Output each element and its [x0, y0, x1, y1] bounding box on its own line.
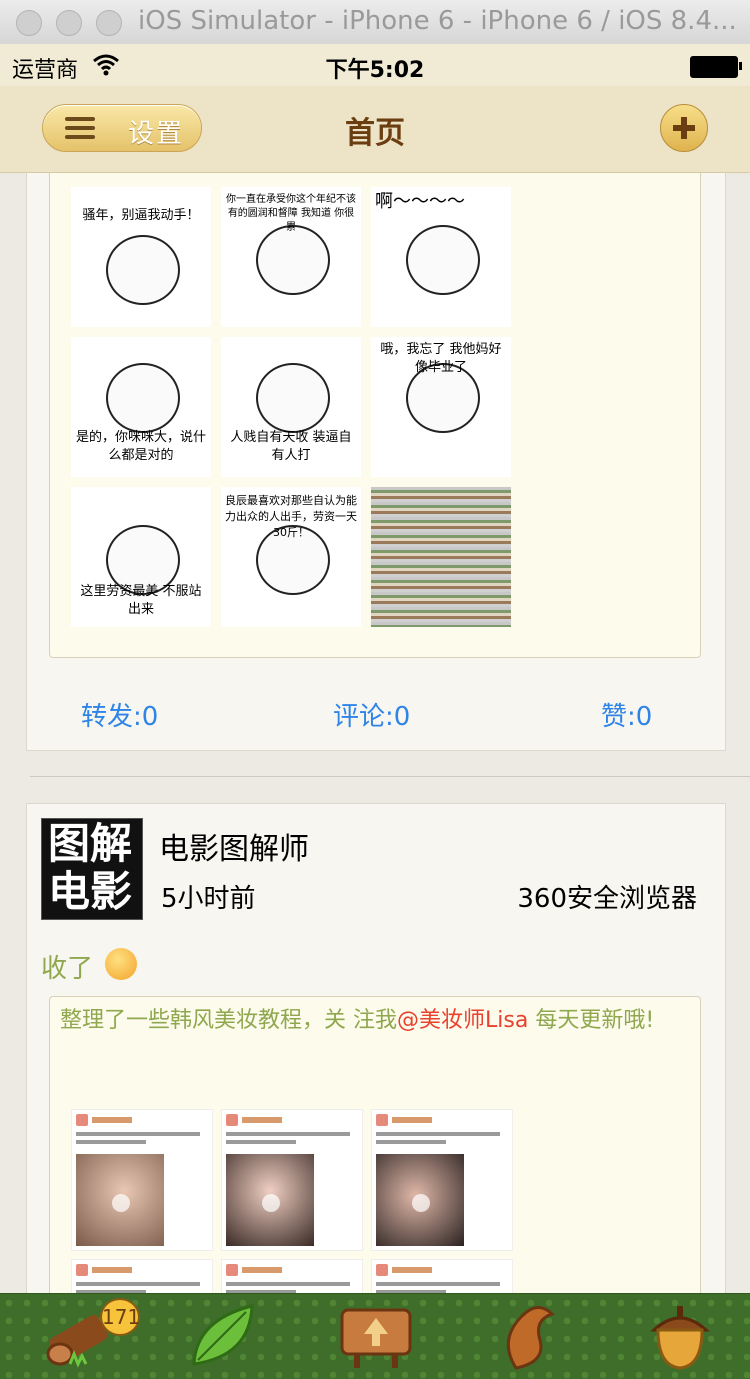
meme-image[interactable]: 哦，我忘了 我他妈好像毕业了 [371, 337, 511, 477]
status-bar: 运营商 下午5:02 [0, 44, 750, 86]
meme-caption: 这里劳资最美 不服站出来 [80, 584, 202, 617]
acorn-icon[interactable] [640, 1300, 720, 1372]
screenshot-thumbnail[interactable] [371, 1259, 513, 1293]
screenshot-thumbnail[interactable] [221, 1259, 363, 1293]
page-title: 首页 [345, 116, 405, 151]
notification-badge: 171 [100, 1298, 140, 1336]
meme-caption: 是的，你咪咪大，说什么都是对的 [75, 430, 206, 463]
leaf-icon[interactable] [186, 1300, 266, 1372]
card-divider [30, 776, 750, 777]
meme-image[interactable]: 你一直在承受你这个年纪不该有的圆润和督障 我知道 你很累 [221, 187, 361, 327]
meme-image[interactable]: 良辰最喜欢对那些自认为能力出众的人出手，劳资一天30斤！ [221, 487, 361, 627]
meme-caption: 哦，我忘了 我他妈好像毕业了 [380, 342, 502, 375]
navigation-bar: 设置 首页 [0, 86, 750, 173]
sign-board-icon[interactable] [336, 1300, 416, 1372]
post-source: 360安全浏览器 [517, 884, 697, 914]
meme-image[interactable]: 啊～～～～ [371, 187, 511, 327]
window-title: iOS Simulator - iPhone 6 - iPhone 6 / iO… [138, 6, 737, 36]
mention-link[interactable]: @美妆师Lisa [397, 1008, 528, 1033]
retweet-text: 整理了一些韩风美妆教程，关 注我@美妆师Lisa 每天更新哦! [60, 1008, 655, 1033]
status-card: 骚年，别逼我动手！ 你一直在承受你这个年纪不该有的圆润和督障 我知道 你很累 啊～～… [26, 173, 726, 751]
status-time: 下午5:02 [325, 58, 425, 83]
avatar[interactable]: 图解 电影 [41, 818, 143, 920]
meme-image[interactable]: 是的，你咪咪大，说什么都是对的 [71, 337, 211, 477]
battery-icon [690, 56, 742, 78]
tab-bar: 171 [0, 1293, 750, 1379]
screenshot-thumbnail[interactable] [371, 1109, 513, 1251]
post-time: 5小时前 [161, 884, 256, 914]
comment-count[interactable]: 评论:0 [333, 696, 410, 733]
post-text: 收了 [41, 954, 94, 984]
meme-image[interactable]: 人贱自有天收 装逼自有人打 [221, 337, 361, 477]
zoom-window-button[interactable] [96, 10, 122, 36]
forward-count[interactable]: 转发:0 [81, 696, 158, 733]
meme-caption: 啊～～～～ [375, 191, 465, 212]
author-name[interactable]: 电影图解师 [159, 824, 309, 868]
play-icon [412, 1194, 430, 1212]
meme-caption: 良辰最喜欢对那些自认为能力出众的人出手，劳资一天30斤！ [225, 494, 357, 539]
minimize-window-button[interactable] [56, 10, 82, 36]
meme-caption: 你一直在承受你这个年纪不该有的圆润和督障 我知道 你很累 [226, 194, 356, 233]
timeline-feed[interactable]: 骚年，别逼我动手！ 你一直在承受你这个年纪不该有的圆润和督障 我知道 你很累 啊～～… [0, 173, 750, 1293]
like-count[interactable]: 赞:0 [601, 696, 652, 733]
meme-image[interactable]: 骚年，别逼我动手！ [71, 187, 211, 327]
meme-caption: 骚年，别逼我动手！ [82, 208, 200, 223]
retweet-box: 骚年，别逼我动手！ 你一直在承受你这个年纪不该有的圆润和督障 我知道 你很累 啊～～… [49, 173, 701, 658]
meme-image[interactable]: 这里劳资最美 不服站出来 [71, 487, 211, 627]
add-icon[interactable] [660, 104, 708, 152]
screenshot-thumbnail[interactable] [221, 1109, 363, 1251]
squirrel-tail-icon[interactable] [494, 1300, 574, 1372]
simulator-title-bar: iOS Simulator - iPhone 6 - iPhone 6 / iO… [0, 0, 750, 45]
meme-image[interactable] [371, 487, 511, 627]
meme-caption: 人贱自有天收 装逼自有人打 [230, 430, 352, 463]
status-card: 图解 电影 电影图解师 5小时前 360安全浏览器 收了 整理了一些韩风美妆教程… [26, 803, 726, 1293]
play-icon [262, 1194, 280, 1212]
close-window-button[interactable] [16, 10, 42, 36]
screenshot-thumbnail[interactable] [71, 1259, 213, 1293]
retweet-box[interactable]: 整理了一些韩风美妆教程，关 注我@美妆师Lisa 每天更新哦! [49, 996, 701, 1293]
play-icon [112, 1194, 130, 1212]
kiss-emoji-icon [105, 948, 137, 980]
screenshot-thumbnail[interactable] [71, 1109, 213, 1251]
